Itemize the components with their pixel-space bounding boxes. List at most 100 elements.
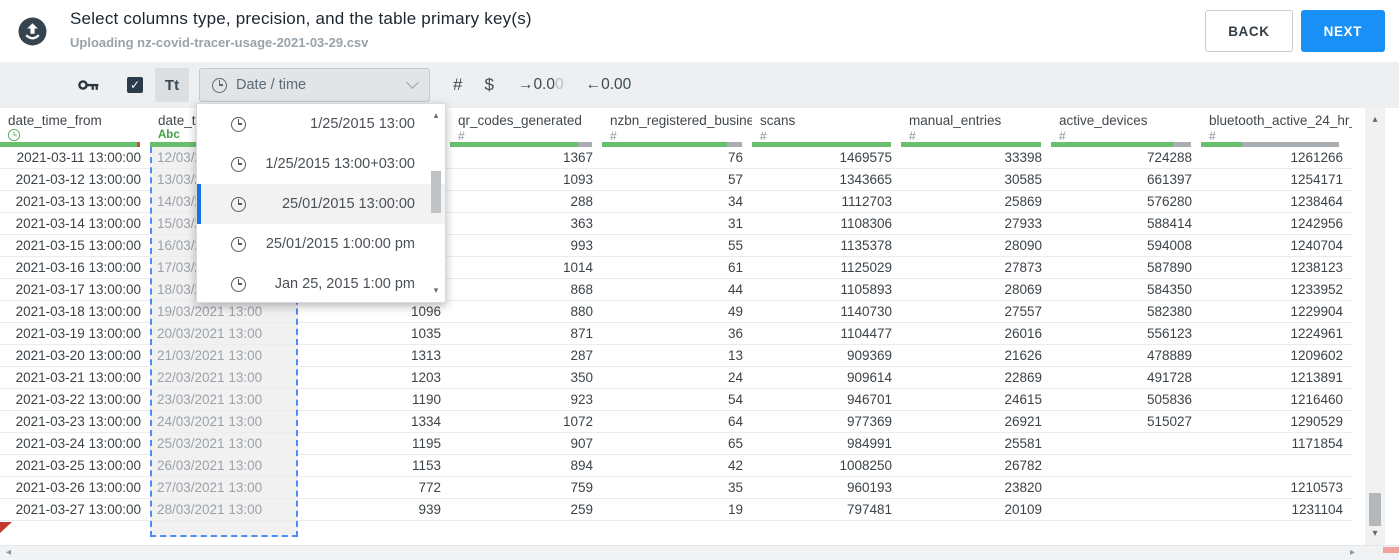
table-cell[interactable]: 1229904 — [1201, 301, 1352, 323]
scroll-up-icon[interactable]: ▴ — [428, 110, 444, 121]
table-cell[interactable]: 2021-03-21 13:00:00 — [0, 367, 150, 389]
increase-decimal-button[interactable]: →0.00 — [518, 76, 564, 94]
table-cell[interactable] — [1201, 455, 1352, 477]
column-header[interactable]: scans # — [752, 108, 901, 147]
dropdown-scroll-thumb[interactable] — [431, 171, 441, 213]
format-option[interactable]: 25/01/2015 13:00:00 — [197, 184, 445, 224]
table-cell[interactable]: 868 — [450, 279, 602, 301]
table-cell[interactable]: 363 — [450, 213, 602, 235]
table-cell[interactable]: 24 — [602, 367, 752, 389]
currency-type-button[interactable]: $ — [484, 75, 493, 95]
table-cell[interactable]: 20/03/2021 13:00 — [152, 323, 296, 345]
table-cell[interactable]: 1254171 — [1201, 169, 1352, 191]
table-cell[interactable]: 1135378 — [752, 235, 901, 257]
table-cell[interactable]: 960193 — [752, 477, 901, 499]
table-cell[interactable]: 1334 — [298, 411, 450, 433]
table-cell[interactable]: 993 — [450, 235, 602, 257]
table-cell[interactable]: 977369 — [752, 411, 901, 433]
table-cell[interactable]: 2021-03-22 13:00:00 — [0, 389, 150, 411]
table-cell[interactable]: 27/03/2021 13:00 — [152, 477, 296, 499]
table-cell[interactable]: 1153 — [298, 455, 450, 477]
primary-key-icon[interactable] — [78, 79, 99, 92]
table-cell[interactable]: 1195 — [298, 433, 450, 455]
table-cell[interactable]: 1203 — [298, 367, 450, 389]
dropdown-scrollbar[interactable]: ▴ ▾ — [428, 104, 444, 302]
format-option[interactable]: 1/25/2015 13:00+03:00 — [197, 144, 445, 184]
table-cell[interactable]: 1233952 — [1201, 279, 1352, 301]
table-cell[interactable]: 30585 — [901, 169, 1051, 191]
table-cell[interactable]: 13 — [602, 345, 752, 367]
table-cell[interactable]: 57 — [602, 169, 752, 191]
table-cell[interactable]: 1112703 — [752, 191, 901, 213]
table-cell[interactable]: 26016 — [901, 323, 1051, 345]
table-cell[interactable]: 894 — [450, 455, 602, 477]
table-cell[interactable] — [1051, 499, 1201, 521]
table-cell[interactable]: 2021-03-18 13:00:00 — [0, 301, 150, 323]
table-cell[interactable]: 24615 — [901, 389, 1051, 411]
table-cell[interactable]: 65 — [602, 433, 752, 455]
table-cell[interactable]: 984991 — [752, 433, 901, 455]
table-cell[interactable]: 909369 — [752, 345, 901, 367]
table-cell[interactable]: 28/03/2021 13:00 — [152, 499, 296, 521]
string-type-button[interactable]: Tt — [155, 68, 189, 102]
table-cell[interactable]: 515027 — [1051, 411, 1201, 433]
table-cell[interactable]: 287 — [450, 345, 602, 367]
table-cell[interactable]: 35 — [602, 477, 752, 499]
format-option[interactable]: Jan 25, 2015 1:00 pm — [197, 264, 445, 304]
table-cell[interactable]: 23820 — [901, 477, 1051, 499]
table-cell[interactable]: 909614 — [752, 367, 901, 389]
table-cell[interactable]: 27873 — [901, 257, 1051, 279]
table-cell[interactable]: 1014 — [450, 257, 602, 279]
table-cell[interactable]: 1140730 — [752, 301, 901, 323]
table-cell[interactable]: 576280 — [1051, 191, 1201, 213]
table-cell[interactable]: 1343665 — [752, 169, 901, 191]
column-header[interactable]: active_devices # — [1051, 108, 1201, 147]
table-cell[interactable]: 1210573 — [1201, 477, 1352, 499]
scroll-right-icon[interactable]: ▸ — [1350, 547, 1355, 558]
table-cell[interactable]: 33398 — [901, 147, 1051, 169]
table-cell[interactable]: 2021-03-23 13:00:00 — [0, 411, 150, 433]
table-cell[interactable]: 556123 — [1051, 323, 1201, 345]
table-cell[interactable]: 350 — [450, 367, 602, 389]
table-cell[interactable]: 946701 — [752, 389, 901, 411]
table-cell[interactable]: 1238464 — [1201, 191, 1352, 213]
table-cell[interactable]: 1367 — [450, 147, 602, 169]
table-cell[interactable]: 44 — [602, 279, 752, 301]
vertical-scrollbar[interactable]: ▴ ▾ — [1365, 108, 1385, 545]
table-cell[interactable] — [1051, 477, 1201, 499]
table-cell[interactable]: 491728 — [1051, 367, 1201, 389]
table-cell[interactable]: 19 — [602, 499, 752, 521]
table-cell[interactable]: 1125029 — [752, 257, 901, 279]
table-cell[interactable]: 797481 — [752, 499, 901, 521]
table-cell[interactable]: 23/03/2021 13:00 — [152, 389, 296, 411]
table-cell[interactable]: 907 — [450, 433, 602, 455]
table-cell[interactable]: 2021-03-14 13:00:00 — [0, 213, 150, 235]
table-cell[interactable]: 61 — [602, 257, 752, 279]
scroll-up-icon[interactable]: ▴ — [1365, 114, 1385, 125]
table-cell[interactable]: 1216460 — [1201, 389, 1352, 411]
table-cell[interactable]: 28069 — [901, 279, 1051, 301]
column-header[interactable]: qr_codes_generated # — [450, 108, 602, 147]
table-cell[interactable]: 25/03/2021 13:00 — [152, 433, 296, 455]
table-cell[interactable]: 1072 — [450, 411, 602, 433]
table-cell[interactable]: 1261266 — [1201, 147, 1352, 169]
table-cell[interactable]: 1238123 — [1201, 257, 1352, 279]
table-cell[interactable]: 1209602 — [1201, 345, 1352, 367]
table-cell[interactable]: 31 — [602, 213, 752, 235]
table-cell[interactable]: 1224961 — [1201, 323, 1352, 345]
table-cell[interactable]: 22869 — [901, 367, 1051, 389]
include-column-checkbox[interactable]: ✓ — [127, 77, 143, 93]
table-cell[interactable]: 20109 — [901, 499, 1051, 521]
table-cell[interactable]: 724288 — [1051, 147, 1201, 169]
table-cell[interactable]: 2021-03-13 13:00:00 — [0, 191, 150, 213]
table-cell[interactable]: 19/03/2021 13:00 — [152, 301, 296, 323]
table-cell[interactable]: 661397 — [1051, 169, 1201, 191]
vertical-scroll-thumb[interactable] — [1369, 493, 1381, 526]
table-cell[interactable]: 587890 — [1051, 257, 1201, 279]
table-cell[interactable]: 55 — [602, 235, 752, 257]
table-cell[interactable]: 2021-03-15 13:00:00 — [0, 235, 150, 257]
table-cell[interactable]: 871 — [450, 323, 602, 345]
column-header[interactable]: nzbn_registered_busine # — [602, 108, 752, 147]
table-cell[interactable]: 26782 — [901, 455, 1051, 477]
table-cell[interactable]: 588414 — [1051, 213, 1201, 235]
